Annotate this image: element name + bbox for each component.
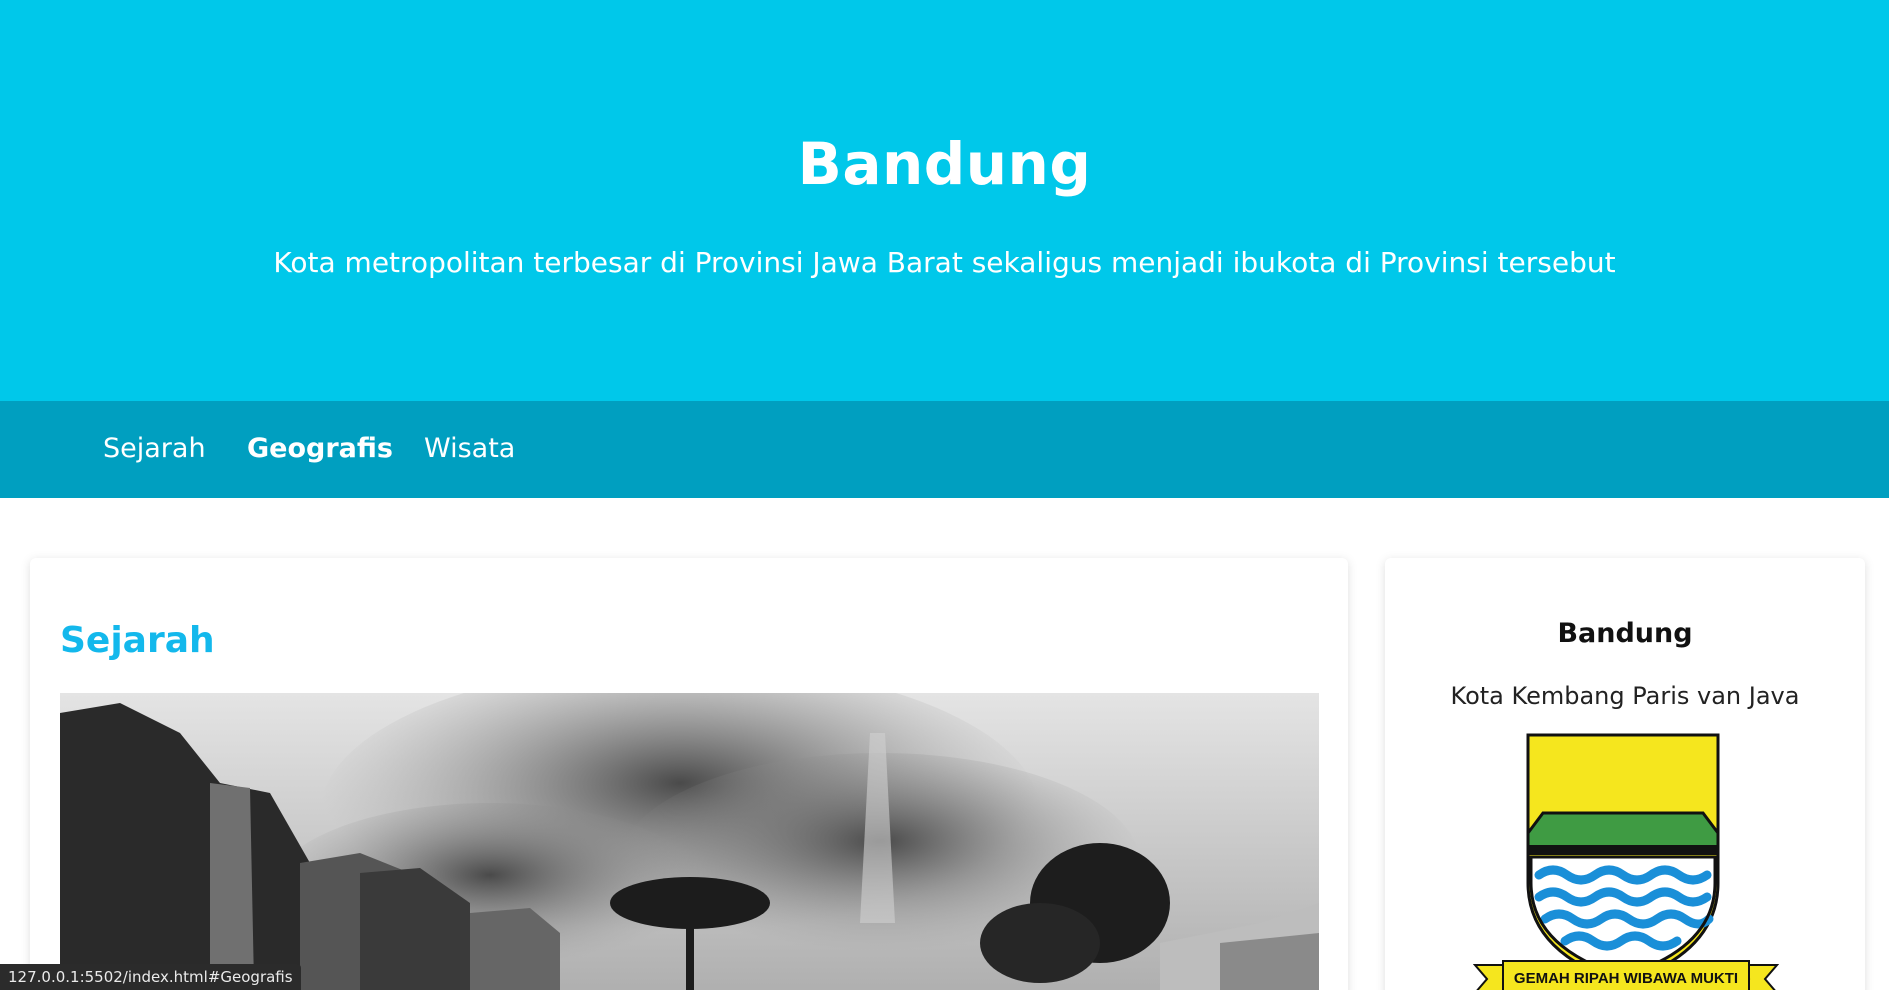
bandung-emblem: GEMAH RIPAH WIBAWA MUKTI: [1472, 733, 1780, 990]
page-title: Bandung: [797, 130, 1092, 198]
sidebar-card: Bandung Kota Kembang Paris van Java GEMA…: [1385, 558, 1865, 990]
nav-link-wisata[interactable]: Wisata: [424, 433, 515, 464]
sidebar-subtitle: Kota Kembang Paris van Java: [1450, 682, 1800, 710]
content-card: Sejarah: [30, 558, 1348, 990]
section-title: Sejarah: [60, 620, 215, 661]
emblem-motto: GEMAH RIPAH WIBAWA MUKTI: [1514, 970, 1738, 987]
historical-photo: [60, 693, 1319, 990]
nav-link-geografis[interactable]: Geografis: [247, 433, 393, 464]
nav-link-sejarah[interactable]: Sejarah: [103, 433, 206, 464]
page-subtitle: Kota metropolitan terbesar di Provinsi J…: [273, 246, 1616, 279]
status-bar-url: 127.0.0.1:5502/index.html#Geografis: [0, 964, 301, 990]
hero-header: Bandung Kota metropolitan terbesar di Pr…: [0, 0, 1889, 401]
sidebar-title: Bandung: [1557, 618, 1693, 649]
top-nav: Sejarah Geografis Wisata: [0, 401, 1889, 498]
